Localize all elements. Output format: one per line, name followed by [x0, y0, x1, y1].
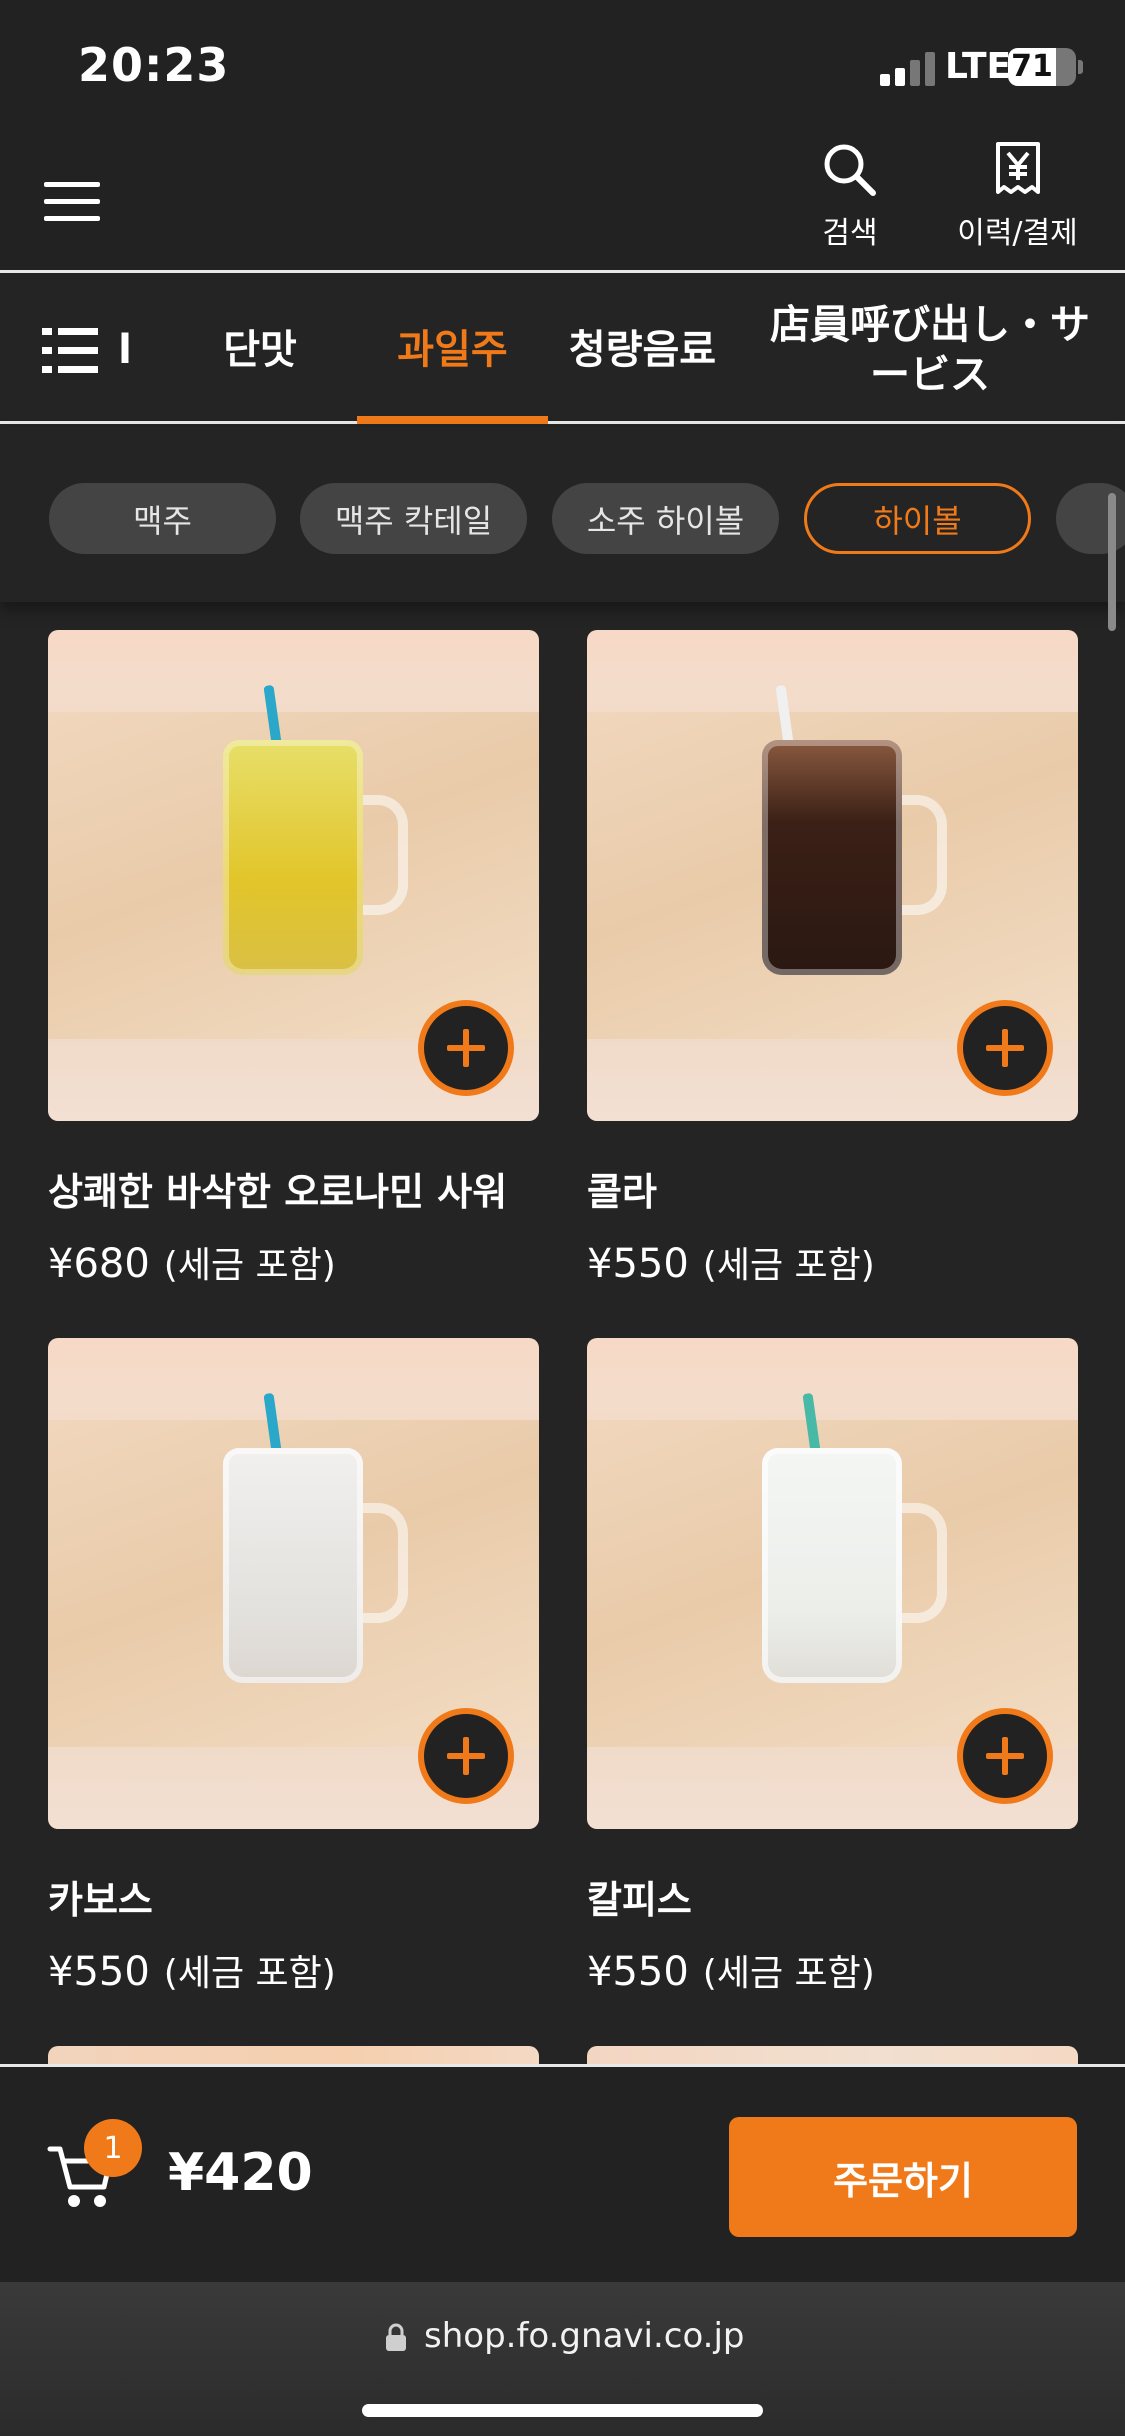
cart-total: ¥420 — [168, 2143, 313, 2203]
add-to-cart-button[interactable] — [418, 1708, 514, 1804]
home-indicator[interactable] — [362, 2404, 763, 2417]
product-price: ¥550 (세금 포함) — [48, 1944, 539, 1996]
chips-scrollbar[interactable] — [1108, 493, 1116, 631]
product-card[interactable]: 칼피스 ¥550 (세금 포함) — [587, 1338, 1078, 1996]
tax-note: (세금 포함) — [702, 1245, 875, 1286]
tax-note: (세금 포함) — [702, 1953, 875, 1994]
product-name: 카보스 — [48, 1878, 153, 1922]
battery-level: 71 — [1011, 49, 1053, 84]
search-icon — [824, 144, 876, 196]
price-value: ¥550 — [587, 1241, 689, 1287]
product-image[interactable] — [48, 1338, 539, 1829]
network-type: LTE — [945, 46, 1012, 87]
history-label: 이력/결제 — [957, 216, 1078, 251]
price-value: ¥550 — [587, 1949, 689, 1995]
add-to-cart-button[interactable] — [418, 1000, 514, 1096]
url-field[interactable]: shop.fo.gnavi.co.jp — [424, 2316, 745, 2356]
history-payment-button[interactable]: 이력/결제 — [945, 140, 1090, 265]
chip-shochu-highball[interactable]: 소주 하이볼 — [552, 483, 779, 554]
add-to-cart-button[interactable] — [957, 1708, 1053, 1804]
product-image[interactable] — [48, 630, 539, 1121]
product-price: ¥680 (세금 포함) — [48, 1236, 539, 1288]
add-to-cart-button[interactable] — [957, 1000, 1053, 1096]
product-name: 칼피스 — [587, 1878, 692, 1922]
search-button[interactable]: 검색 — [800, 140, 900, 265]
tab-sweet[interactable]: 단맛 — [190, 276, 330, 424]
receipt-icon — [995, 142, 1040, 194]
product-card[interactable]: 콜라 ¥550 (세금 포함) — [587, 630, 1078, 1288]
battery-icon: 71 — [1008, 48, 1076, 86]
lock-icon — [386, 2323, 406, 2351]
chip-beer-cocktail[interactable]: 맥주 칵테일 — [300, 483, 527, 554]
tax-note: (세금 포함) — [163, 1953, 336, 1994]
product-name: 상쾌한 바삭한 오로나민 사워 — [48, 1170, 508, 1214]
active-tab-underline — [357, 416, 548, 424]
order-button[interactable]: 주문하기 — [729, 2117, 1077, 2237]
chip-beer[interactable]: 맥주 — [49, 483, 276, 554]
battery-tip — [1078, 60, 1083, 74]
app-header: 검색 이력/결제 — [0, 130, 1125, 273]
tab-partial[interactable]: l — [110, 276, 140, 424]
product-price: ¥550 (세금 포함) — [587, 1236, 1078, 1288]
chip-highball[interactable]: 하이볼 — [804, 483, 1031, 554]
tab-fruit-liquor[interactable]: 과일주 — [357, 276, 548, 424]
menu-button[interactable] — [44, 182, 100, 222]
status-time: 20:23 — [78, 38, 230, 92]
price-value: ¥680 — [48, 1241, 150, 1287]
status-bar: 20:23 LTE 71 — [0, 0, 1125, 130]
cart-bar: 1 ¥420 주문하기 — [0, 2064, 1125, 2282]
cart-count-badge: 1 — [84, 2119, 142, 2177]
product-image[interactable] — [587, 630, 1078, 1121]
tab-staff-call[interactable]: 店員呼び出し・サービス — [770, 276, 1090, 424]
product-card[interactable]: 상쾌한 바삭한 오로나민 사워 ¥680 (세금 포함) — [48, 630, 539, 1288]
product-price: ¥550 (세금 포함) — [587, 1944, 1078, 1996]
signal-icon — [880, 52, 936, 86]
search-label: 검색 — [822, 216, 878, 251]
product-image-partial[interactable] — [48, 2046, 539, 2064]
category-tabs: l 단맛 과일주 청량음료 店員呼び出し・サービス — [0, 276, 1125, 424]
tab-soft-drinks[interactable]: 청량음료 — [560, 276, 725, 424]
filter-chips: 맥주 맥주 칵테일 소주 하이볼 하이볼 — [0, 427, 1125, 602]
product-image[interactable] — [587, 1338, 1078, 1829]
price-value: ¥550 — [48, 1949, 150, 1995]
product-card[interactable]: 카보스 ¥550 (세금 포함) — [48, 1338, 539, 1996]
product-name: 콜라 — [587, 1170, 657, 1214]
tax-note: (세금 포함) — [163, 1245, 336, 1286]
browser-bar: shop.fo.gnavi.co.jp — [0, 2282, 1125, 2436]
product-image-partial[interactable] — [587, 2046, 1078, 2064]
